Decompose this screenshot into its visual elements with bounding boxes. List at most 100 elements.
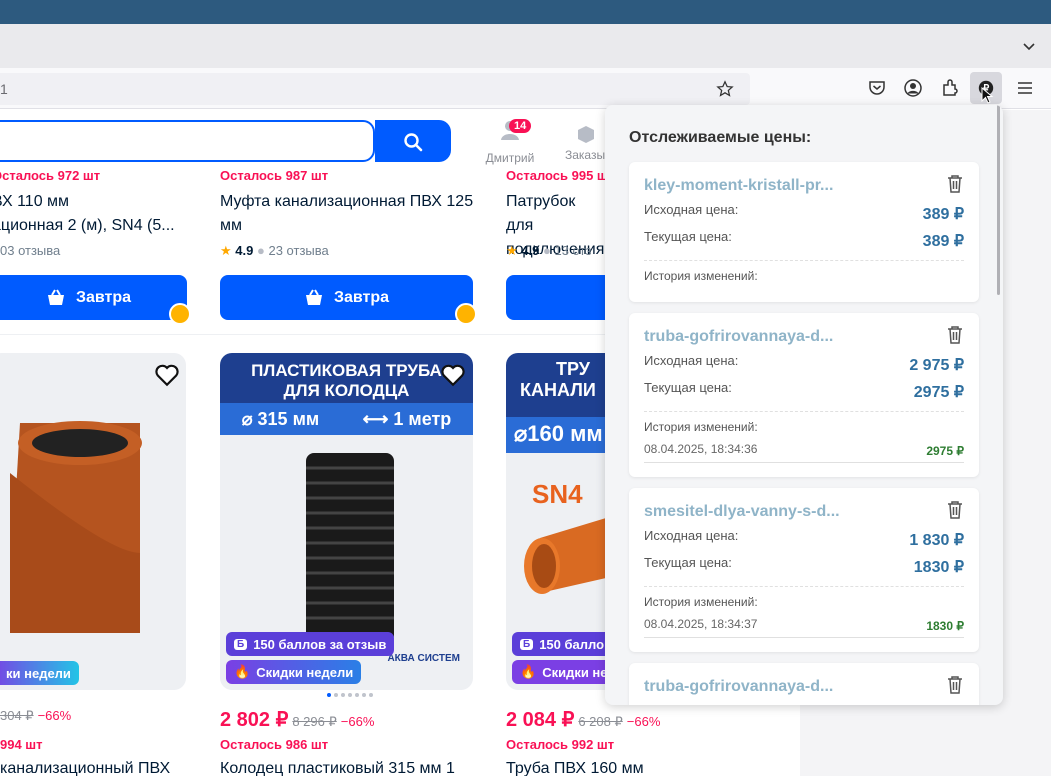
product-reviews[interactable]: 03 отзыва [0,243,60,258]
chevron-down-icon[interactable] [1021,38,1037,54]
tracked-item-name[interactable]: truba-gofrirovannaya-d... [644,678,833,696]
tracked-item-name[interactable]: truba-gofrirovannaya-d... [644,328,833,346]
original-price-label: Исходная цена: [644,528,739,543]
premium-crown-icon [455,303,477,325]
carousel-dot[interactable] [348,693,352,697]
review-points-tag: Б 150 балло [512,632,613,656]
delivery-tomorrow-button[interactable]: Завтра [0,275,187,320]
search-icon [404,133,423,152]
star-icon: ★ [220,243,232,258]
sn-class-text: SN4 [532,479,583,509]
star-icon[interactable] [716,80,734,98]
popup-scrollbar[interactable] [997,105,1000,295]
history-date: 08.04.2025, 18:34:36 [644,442,758,456]
old-price: 6 208 ₽ [578,714,623,729]
carousel-dot[interactable] [334,693,338,697]
carousel-dot[interactable] [362,693,366,697]
price-tracker-extension-button[interactable]: ₽ [970,72,1002,104]
original-price-label: Исходная цена: [644,202,739,217]
tracked-item-name[interactable]: kley-moment-kristall-pr... [644,177,833,195]
buy-label: Завтра [333,288,390,306]
orders-label: Заказы [565,148,606,162]
product-name[interactable]: Труба ПВХ 160 мм [506,760,644,776]
current-price: 2 802 ₽ [220,709,289,731]
product-stock: 994 шт [0,737,43,752]
review-points-tag: Б 150 баллов за отзыв [226,632,395,656]
carousel-dot[interactable] [369,693,373,697]
banner-text: КАНАЛИ [520,380,596,400]
delivery-tomorrow-button[interactable]: Завтра [220,275,473,320]
old-price: 304 ₽ [0,708,34,723]
product-name[interactable]: Муфта канализационная ПВХ 125 мм [220,190,480,238]
tracked-item-card: smesitel-dlya-vanny-s-d... Исходная цена… [629,488,979,652]
fire-icon: 🔥 [234,664,251,679]
points-icon: Б [234,638,248,650]
menu-icon[interactable] [1015,78,1035,98]
image-carousel-dots[interactable] [327,693,373,697]
account-icon[interactable] [903,78,923,98]
product-price: 2 084 ₽6 208 ₽ −66% [506,707,660,732]
tracked-item-card: truba-gofrirovannaya-d... [629,663,979,705]
discount: −66% [626,714,661,729]
banner-text: ПЛАСТИКОВАЯ ТРУБА [251,361,442,380]
tag-text: Скидки не [542,664,608,680]
product-rating[interactable]: ★ 4.9 ● 23 отзыва [220,243,329,259]
pipe-tee-image [10,421,142,633]
weekly-sale-tag: 🔥 Скидки недели [226,660,362,684]
history-price: 1830 ₽ [926,619,964,633]
header-orders[interactable]: Заказы [565,124,605,162]
popup-title: Отслеживаемые цены: [629,129,812,146]
trash-icon[interactable] [944,674,966,696]
banner-top: ТРУ КАНАЛИ [506,353,606,421]
diameter-label: ⌀160 мм [506,417,606,453]
product-stock: Осталось 986 шт [220,737,329,752]
carousel-dot[interactable] [355,693,359,697]
user-label: Дмитрий [485,151,535,165]
tracked-item-name[interactable]: smesitel-dlya-vanny-s-d... [644,503,840,521]
price-tracker-popup: Отслеживаемые цены: kley-moment-kristall… [605,105,1003,705]
product-name[interactable]: канализационный ПВХ [0,760,170,776]
fire-icon: 🔥 [520,664,537,679]
carousel-dot[interactable] [341,693,345,697]
delivery-tomorrow-button[interactable] [506,275,606,320]
reviews-count: 23 отзыва [268,243,329,258]
current-price-value: 2975 ₽ [913,384,964,401]
product-name[interactable]: ВХ 110 мм ационная 2 (м), SN4 (5... [0,190,252,238]
current-price-label: Текущая цена: [644,555,732,570]
product-stock: Осталось 992 шт [506,737,615,752]
history-date: 08.04.2025, 18:34:37 [644,617,758,631]
current-price-value: 389 ₽ [922,233,964,250]
comment-icon: ● [256,243,265,258]
product-rating[interactable]: ★ 4.9 ● 13 отз [506,243,591,259]
product-name-line: Муфта канализационная ПВХ 125 [220,193,474,210]
original-price-value: 1 830 ₽ [909,532,964,549]
address-bar[interactable]: 1 [0,73,750,105]
trash-icon[interactable] [944,173,966,195]
favorite-heart-icon[interactable] [440,362,466,388]
search-input[interactable] [0,120,375,162]
mouse-cursor-icon [981,87,994,104]
product-stock: Осталось 995 ш [506,168,608,183]
trash-icon[interactable] [944,324,966,346]
reviews-count: 13 отз [554,243,592,258]
history-label: История изменений: [644,595,758,609]
banner-text: ДЛЯ КОЛОДЦА [283,381,410,400]
tracked-item-card: kley-moment-kristall-pr... Исходная цена… [629,162,979,302]
product-stock: Осталось 987 шт [220,168,329,183]
product-image[interactable] [0,353,186,690]
banner-size-row: ⌀ 315 мм ⟷ 1 метр [220,403,473,435]
original-price-value: 389 ₽ [922,206,964,223]
product-name-line: Патрубок для [506,193,576,234]
current-price-label: Текущая цена: [644,229,732,244]
pocket-icon[interactable] [867,78,887,98]
extensions-icon[interactable] [940,78,960,98]
corrugated-pipe-image [306,453,394,643]
carousel-dot[interactable] [327,693,331,697]
navigation-toolbar: 1 ₽ [0,68,1051,109]
search-button[interactable] [375,120,451,162]
favorite-heart-icon[interactable] [154,362,180,388]
history-label: История изменений: [644,269,758,283]
trash-icon[interactable] [944,499,966,521]
product-name[interactable]: Колодец пластиковый 315 мм 1 [220,760,455,776]
product-name-line: мм [220,217,242,234]
